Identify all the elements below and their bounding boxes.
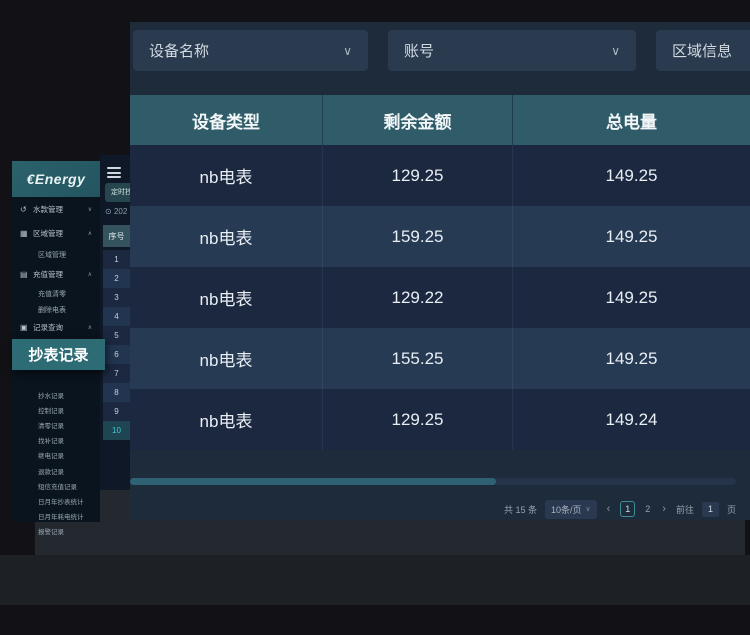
meter-read-panel: 设备名称 ∨ 账号 ∨ 区域信息 设备类型 剩余金额 总电量 nb电表 129.… <box>130 22 750 520</box>
account-select[interactable]: 账号 ∨ <box>388 30 636 71</box>
goto-label: 前往 <box>676 503 694 516</box>
index-cell: 6 <box>103 345 130 364</box>
total-count-label: 共 15 条 <box>504 503 537 516</box>
chevron-down-icon: ∨ <box>88 206 92 213</box>
sidebar-item-control-records[interactable]: 控制记录 <box>12 402 100 417</box>
index-cell: 8 <box>103 383 130 402</box>
refund-icon: ↺ <box>20 205 30 214</box>
horizontal-scrollbar-thumb[interactable] <box>130 478 496 485</box>
chevron-up-icon: ∧ <box>88 324 92 331</box>
sidebar-group-records[interactable]: ▣ 记录查询 ∧ <box>12 318 100 337</box>
col-remaining-amount: 剩余金额 <box>322 95 512 145</box>
region-info-select[interactable]: 区域信息 <box>656 30 750 71</box>
pagination: 共 15 条 10条/页 ∨ ‹ 1 2 › 前往 页 <box>130 498 736 520</box>
table-row: nb电表 159.25 149.25 <box>130 206 750 267</box>
table-row: nb电表 155.25 149.25 <box>130 328 750 389</box>
menu-icon[interactable] <box>107 167 121 178</box>
index-cell: 1 <box>103 250 130 269</box>
col-device-type: 设备类型 <box>130 95 322 145</box>
index-cell: 4 <box>103 307 130 326</box>
recharge-icon: ▤ <box>20 270 30 279</box>
table-row: nb电表 129.22 149.25 <box>130 267 750 328</box>
date-picker[interactable]: ⊙ 202 <box>105 207 127 216</box>
sidebar-item-clear-records[interactable]: 清零记录 <box>12 417 100 432</box>
index-cell-active: 10 <box>103 421 130 440</box>
records-icon: ▣ <box>20 323 30 332</box>
sidebar-item-region-manage[interactable]: 区域管理 <box>12 245 100 264</box>
page-size-select[interactable]: 10条/页 ∨ <box>545 500 597 519</box>
table-row: nb电表 129.25 149.24 <box>130 389 750 450</box>
index-cell: 5 <box>103 326 130 345</box>
goto-suffix-label: 页 <box>727 503 736 516</box>
background-panel-lower <box>0 555 750 605</box>
sidebar-group-recharge[interactable]: ▤ 充值管理 ∧ <box>12 264 100 285</box>
sidebar-item-delete-meter[interactable]: 删除电表 <box>12 302 100 318</box>
sidebar-item-alarm-records[interactable]: 报警记录 <box>12 524 100 539</box>
chevron-down-icon: ∨ <box>343 44 352 58</box>
next-page-button[interactable]: › <box>660 503 668 515</box>
horizontal-scrollbar-track <box>130 478 736 485</box>
goto-page-input[interactable] <box>702 502 719 517</box>
meter-table: 设备类型 剩余金额 总电量 nb电表 129.25 149.25 nb电表 15… <box>130 95 750 450</box>
sidebar-item-read-stats[interactable]: 日月年抄表统计 <box>12 493 100 508</box>
device-name-select[interactable]: 设备名称 ∨ <box>133 30 368 71</box>
sidebar-item-adjust-records[interactable]: 找补记录 <box>12 433 100 448</box>
sidebar-header: €Energy <box>12 161 100 197</box>
col-total-power: 总电量 <box>512 95 750 145</box>
sidebar-item-refund-records[interactable]: 退款记录 <box>12 463 100 478</box>
sidebar-item-water-read-records[interactable]: 抄水记录 <box>12 387 100 402</box>
region-icon: ▦ <box>20 229 30 238</box>
sidebar-item-recharge-clear[interactable]: 充值清零 <box>12 285 100 302</box>
index-cell: 3 <box>103 288 130 307</box>
sidebar-item-meter-read-records-active[interactable]: 抄表记录 <box>12 339 105 370</box>
table-header: 设备类型 剩余金额 总电量 <box>130 95 750 145</box>
sidebar-item-sms-recharge-records[interactable]: 短信充值记录 <box>12 478 100 493</box>
page-button-2[interactable]: 2 <box>643 504 652 514</box>
sidebar-group-payment[interactable]: ↺ 水款管理 ∨ <box>12 197 100 221</box>
column-header-index: 序号 <box>103 225 130 247</box>
prev-page-button[interactable]: ‹ <box>605 503 613 515</box>
chevron-up-icon: ∧ <box>88 230 92 237</box>
chevron-down-icon: ∨ <box>611 44 620 58</box>
sidebar-group-region[interactable]: ▦ 区域管理 ∧ <box>12 221 100 245</box>
clock-icon: ⊙ <box>105 207 112 216</box>
app-logo: €Energy <box>27 171 86 187</box>
sidebar-item-relay-records[interactable]: 继电记录 <box>12 448 100 463</box>
sidebar-item-power-stats[interactable]: 日月年耗电统计 <box>12 509 100 524</box>
index-cell: 2 <box>103 269 130 288</box>
chevron-down-icon: ∨ <box>585 505 590 513</box>
index-cell: 7 <box>103 364 130 383</box>
index-cell: 9 <box>103 402 130 421</box>
chevron-up-icon: ∧ <box>88 271 92 278</box>
table-row: nb电表 129.25 149.25 <box>130 145 750 206</box>
page-button-1[interactable]: 1 <box>620 501 635 517</box>
